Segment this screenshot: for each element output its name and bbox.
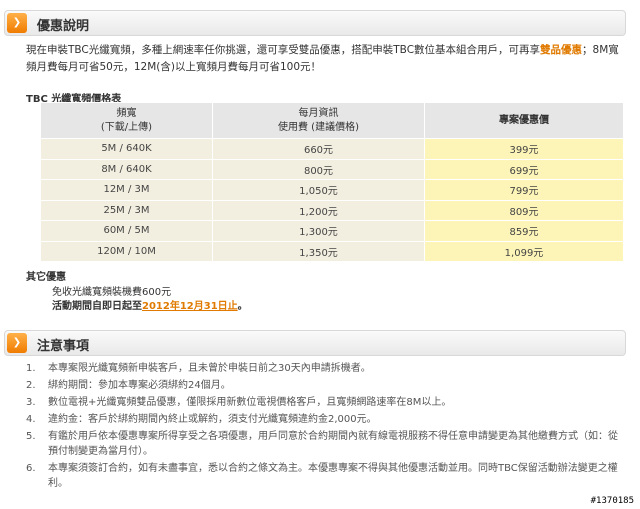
others-title: 其它優惠 [26, 272, 66, 283]
note-text: 綁約期間：參加本專案必須綁約24個月。 [48, 380, 231, 391]
cell-regular-price: 1,350元 [212, 240, 425, 262]
cell-promo-price: 399元 [424, 138, 624, 160]
cell-regular-price: 800元 [212, 158, 425, 180]
table-row: 5M / 640K 660元 399元 [40, 138, 624, 160]
cell-bandwidth: 5M / 640K [40, 138, 213, 160]
note-item: 5. 有鑑於用戶依本優惠專案所得享受之各項優惠，用戶同意於合約期間內就有線電視服務… [26, 429, 626, 459]
note-item: 6. 本專案須簽訂合約，如有未盡事宜，悉以合約之條文為主。本優惠專案不得與其他優惠… [26, 461, 626, 491]
note-text: 有鑑於用戶依本優惠專案所得享受之各項優惠，用戶同意於合約期間內就有線電視服務不得… [48, 431, 618, 457]
others-item-period: 活動期間自即日起至2012年12月31日止。 [52, 301, 248, 312]
cell-regular-price: 1,200元 [212, 199, 425, 221]
note-item: 2. 綁約期間：參加本專案必須綁約24個月。 [26, 378, 626, 393]
note-number: 1. [26, 363, 36, 374]
cell-regular-price: 1,300元 [212, 220, 425, 242]
cell-bandwidth: 60M / 5M [40, 220, 213, 242]
cell-promo-price: 699元 [424, 158, 624, 180]
note-text: 本專案限光纖寬頻新申裝客戶，且未曾於申裝日前之30天內申請拆機者。 [48, 363, 371, 374]
note-text: 本專案須簽訂合約，如有未盡事宜，悉以合約之條文為主。本優惠專案不得與其他優惠活動… [48, 463, 618, 489]
others-item-install-fee: 免收光纖寬頻裝機費600元 [52, 287, 172, 298]
cell-bandwidth: 25M / 3M [40, 199, 213, 221]
watermark: #1370185 [590, 496, 634, 506]
price-table: 頻寬 (下載/上傳) 每月資訊 使用費 (建議價格) 專案優惠價 5M / 640K… [40, 102, 624, 262]
promo-end-date: 2012年12月31日止 [142, 301, 238, 312]
intro-paragraph: 現在申裝TBC光纖寬頻，多種上網速率任你挑選，還可享受雙品優惠，搭配申裝TBC數… [26, 42, 626, 76]
table-row: 120M / 10M 1,350元 1,099元 [40, 240, 624, 262]
cell-bandwidth: 12M / 3M [40, 179, 213, 201]
cell-promo-price: 809元 [424, 199, 624, 221]
note-number: 2. [26, 380, 36, 391]
header-bandwidth: 頻寬 (下載/上傳) [40, 102, 213, 139]
cell-bandwidth: 8M / 640K [40, 158, 213, 180]
header-promo-price: 專案優惠價 [424, 102, 624, 139]
cell-promo-price: 859元 [424, 220, 624, 242]
note-item: 4. 違約金：客戶於綁約期間內終止或解約，須支付光纖寬頻違約金2,000元。 [26, 412, 626, 427]
section-title: 優惠說明 [37, 19, 90, 34]
table-row: 12M / 3M 1,050元 799元 [40, 179, 624, 201]
note-text: 數位電視+光纖寬頻雙品優惠，僅限採用新數位電視價格客戶，且寬頻網路速率在8M以上… [48, 397, 452, 408]
note-text: 違約金：客戶於綁約期間內終止或解約，須支付光纖寬頻違約金2,000元。 [48, 414, 377, 425]
cell-regular-price: 660元 [212, 138, 425, 160]
note-number: 5. [26, 431, 36, 442]
note-number: 6. [26, 463, 36, 474]
header-regular-price: 每月資訊 使用費 (建議價格) [212, 102, 425, 139]
table-row: 8M / 640K 800元 699元 [40, 158, 624, 180]
section-title: 注意事項 [37, 339, 90, 354]
chevron-right-icon: ❯ [7, 13, 27, 33]
cell-regular-price: 1,050元 [212, 179, 425, 201]
note-number: 4. [26, 414, 36, 425]
section-header-notes: ❯ 注意事項 [4, 330, 626, 356]
intro-highlight: 雙品優惠 [540, 44, 583, 56]
table-row: 60M / 5M 1,300元 859元 [40, 220, 624, 242]
table-row: 25M / 3M 1,200元 809元 [40, 199, 624, 221]
notes-list: 1. 本專案限光纖寬頻新申裝客戶，且未曾於申裝日前之30天內申請拆機者。 2. 綁約期… [26, 361, 626, 493]
note-item: 1. 本專案限光纖寬頻新申裝客戶，且未曾於申裝日前之30天內申請拆機者。 [26, 361, 626, 376]
note-number: 3. [26, 397, 36, 408]
intro-text: 現在申裝TBC光纖寬頻，多種上網速率任你挑選，還可享受雙品優惠，搭配申裝TBC數… [26, 44, 541, 56]
cell-promo-price: 1,099元 [424, 240, 624, 262]
note-item: 3. 數位電視+光纖寬頻雙品優惠，僅限採用新數位電視價格客戶，且寬頻網路速率在8M… [26, 395, 626, 410]
section-header-offer: ❯ 優惠說明 [4, 10, 626, 36]
chevron-right-icon: ❯ [7, 333, 27, 353]
cell-bandwidth: 120M / 10M [40, 240, 213, 262]
cell-promo-price: 799元 [424, 179, 624, 201]
